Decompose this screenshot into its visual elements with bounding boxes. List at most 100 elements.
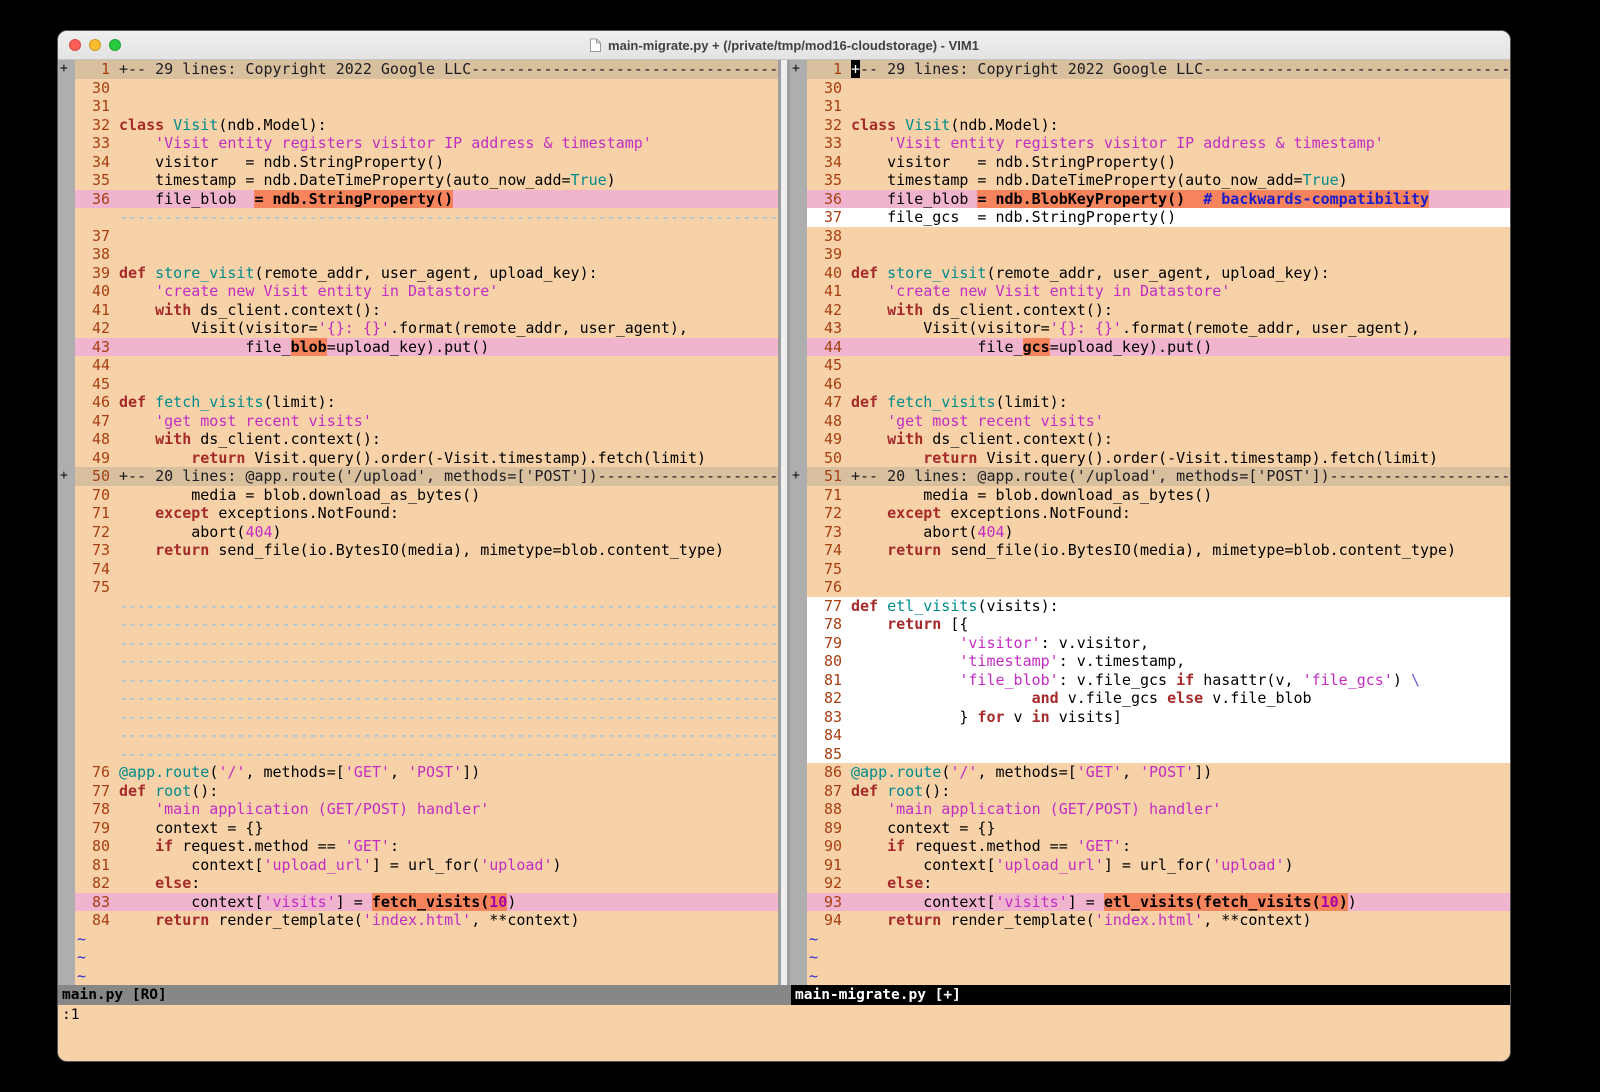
code-row[interactable]: 43 file_blob=upload_key).put() — [58, 338, 778, 357]
code-row[interactable]: 47def fetch_visits(limit): — [790, 393, 1510, 412]
code-row[interactable]: 85 — [790, 745, 1510, 764]
code-row[interactable]: 49 return Visit.query().order(-Visit.tim… — [58, 449, 778, 468]
code-row[interactable]: 33 'Visit entity registers visitor IP ad… — [58, 134, 778, 153]
right-pane-main-migrate-py[interactable]: +1+-- 29 lines: Copyright 2022 Google LL… — [790, 60, 1510, 985]
fold-column-plus[interactable]: + — [790, 60, 807, 79]
code-row[interactable]: 83 } for v in visits] — [790, 708, 1510, 727]
statusline-right[interactable]: main-migrate.py [+] — [791, 985, 1510, 1005]
fold-row[interactable]: +51+-- 20 lines: @app.route('/upload', m… — [790, 467, 1510, 486]
code-row[interactable]: 35 timestamp = ndb.DateTimeProperty(auto… — [790, 171, 1510, 190]
code-row[interactable]: 71 except exceptions.NotFound: — [58, 504, 778, 523]
code-row[interactable]: 87def root(): — [790, 782, 1510, 801]
code-row[interactable]: 86@app.route('/', methods=['GET', 'POST'… — [790, 763, 1510, 782]
code-row[interactable]: 72 except exceptions.NotFound: — [790, 504, 1510, 523]
code-row[interactable]: 41 'create new Visit entity in Datastore… — [790, 282, 1510, 301]
code-row[interactable]: 92 else: — [790, 874, 1510, 893]
code-row[interactable]: 70 media = blob.download_as_bytes() — [58, 486, 778, 505]
code-row[interactable]: 78 'main application (GET/POST) handler' — [58, 800, 778, 819]
code-row[interactable]: 93 context['visits'] = etl_visits(fetch_… — [790, 893, 1510, 912]
code-row[interactable]: 80 'timestamp': v.timestamp, — [790, 652, 1510, 671]
code-row[interactable]: 50 return Visit.query().order(-Visit.tim… — [790, 449, 1510, 468]
line-text — [119, 79, 778, 98]
code-row[interactable]: 32class Visit(ndb.Model): — [790, 116, 1510, 135]
fold-column-plus[interactable]: + — [790, 467, 807, 486]
code-row[interactable]: 44 — [58, 356, 778, 375]
titlebar[interactable]: main-migrate.py + (/private/tmp/mod16-cl… — [58, 31, 1510, 60]
code-row[interactable]: 82 and v.file_gcs else v.file_blob — [790, 689, 1510, 708]
fold-row[interactable]: +50+-- 20 lines: @app.route('/upload', m… — [58, 467, 778, 486]
code-row[interactable]: 42 with ds_client.context(): — [790, 301, 1510, 320]
code-row[interactable]: 78 return [{ — [790, 615, 1510, 634]
code-row[interactable]: 40 'create new Visit entity in Datastore… — [58, 282, 778, 301]
code-row[interactable]: 30 — [790, 79, 1510, 98]
code-row[interactable]: 46def fetch_visits(limit): — [58, 393, 778, 412]
code-row[interactable]: 30 — [58, 79, 778, 98]
code-row[interactable]: 79 context = {} — [58, 819, 778, 838]
code-row[interactable]: 32class Visit(ndb.Model): — [58, 116, 778, 135]
code-row[interactable]: 75 — [58, 578, 778, 597]
code-row[interactable]: 35 timestamp = ndb.DateTimeProperty(auto… — [58, 171, 778, 190]
code-row[interactable]: 44 file_gcs=upload_key).put() — [790, 338, 1510, 357]
code-row[interactable]: 31 — [790, 97, 1510, 116]
code-row[interactable]: 74 return send_file(io.BytesIO(media), m… — [790, 541, 1510, 560]
code-row[interactable]: 31 — [58, 97, 778, 116]
code-row[interactable]: 43 Visit(visitor='{}: {}'.format(remote_… — [790, 319, 1510, 338]
code-row[interactable]: 37 — [58, 227, 778, 246]
code-row[interactable]: 80 if request.method == 'GET': — [58, 837, 778, 856]
statusline-left[interactable]: main.py [RO] — [58, 985, 791, 1005]
fold-row[interactable]: +1+-- 29 lines: Copyright 2022 Google LL… — [790, 60, 1510, 79]
code-row[interactable]: 94 return render_template('index.html', … — [790, 911, 1510, 930]
left-pane-main-py[interactable]: +1+-- 29 lines: Copyright 2022 Google LL… — [58, 60, 778, 985]
code-row[interactable]: 49 with ds_client.context(): — [790, 430, 1510, 449]
code-row[interactable]: 76@app.route('/', methods=['GET', 'POST'… — [58, 763, 778, 782]
code-row[interactable]: 48 'get most recent visits' — [790, 412, 1510, 431]
code-row[interactable]: 79 'visitor': v.visitor, — [790, 634, 1510, 653]
vertical-split-separator[interactable] — [778, 60, 790, 985]
fold-column-plus[interactable]: + — [58, 467, 75, 486]
code-row[interactable]: 33 'Visit entity registers visitor IP ad… — [790, 134, 1510, 153]
code-row[interactable]: 40def store_visit(remote_addr, user_agen… — [790, 264, 1510, 283]
code-row[interactable]: 46 — [790, 375, 1510, 394]
code-row[interactable]: 89 context = {} — [790, 819, 1510, 838]
code-row[interactable]: 39def store_visit(remote_addr, user_agen… — [58, 264, 778, 283]
code-row[interactable]: 82 else: — [58, 874, 778, 893]
code-row[interactable]: 41 with ds_client.context(): — [58, 301, 778, 320]
code-row[interactable]: 77def root(): — [58, 782, 778, 801]
fold-row[interactable]: +1+-- 29 lines: Copyright 2022 Google LL… — [58, 60, 778, 79]
code-row[interactable]: 39 — [790, 245, 1510, 264]
code-row[interactable]: 81 context['upload_url'] = url_for('uplo… — [58, 856, 778, 875]
code-row[interactable]: 73 abort(404) — [790, 523, 1510, 542]
code-row[interactable]: 91 context['upload_url'] = url_for('uplo… — [790, 856, 1510, 875]
code-row[interactable]: 75 — [790, 560, 1510, 579]
command-line[interactable]: :1 — [58, 1005, 1510, 1025]
code-row[interactable]: 42 Visit(visitor='{}: {}'.format(remote_… — [58, 319, 778, 338]
fold-column-plus[interactable]: + — [58, 60, 75, 79]
code-row[interactable]: 71 media = blob.download_as_bytes() — [790, 486, 1510, 505]
code-row[interactable]: 45 — [58, 375, 778, 394]
code-row[interactable]: 36 file_blob = ndb.StringProperty() — [58, 190, 778, 209]
code-row[interactable]: 34 visitor = ndb.StringProperty() — [790, 153, 1510, 172]
code-row[interactable]: 38 — [58, 245, 778, 264]
code-row[interactable]: 74 — [58, 560, 778, 579]
code-row[interactable]: 38 — [790, 227, 1510, 246]
code-row[interactable]: 90 if request.method == 'GET': — [790, 837, 1510, 856]
code-row[interactable]: 47 'get most recent visits' — [58, 412, 778, 431]
code-row[interactable]: 84 return render_template('index.html', … — [58, 911, 778, 930]
code-row[interactable]: 83 context['visits'] = fetch_visits(10) — [58, 893, 778, 912]
minimize-button[interactable] — [89, 39, 101, 51]
code-row[interactable]: 37 file_gcs = ndb.StringProperty() — [790, 208, 1510, 227]
code-row[interactable]: 88 'main application (GET/POST) handler' — [790, 800, 1510, 819]
close-button[interactable] — [69, 39, 81, 51]
zoom-button[interactable] — [109, 39, 121, 51]
code-row[interactable]: 84 — [790, 726, 1510, 745]
code-row[interactable]: 77def etl_visits(visits): — [790, 597, 1510, 616]
code-row[interactable]: 45 — [790, 356, 1510, 375]
code-row[interactable]: 36 file_blob = ndb.BlobKeyProperty() # b… — [790, 190, 1510, 209]
fold-column-cell — [58, 763, 75, 782]
code-row[interactable]: 48 with ds_client.context(): — [58, 430, 778, 449]
code-row[interactable]: 72 abort(404) — [58, 523, 778, 542]
code-row[interactable]: 81 'file_blob': v.file_gcs if hasattr(v,… — [790, 671, 1510, 690]
code-row[interactable]: 73 return send_file(io.BytesIO(media), m… — [58, 541, 778, 560]
code-row[interactable]: 34 visitor = ndb.StringProperty() — [58, 153, 778, 172]
code-row[interactable]: 76 — [790, 578, 1510, 597]
